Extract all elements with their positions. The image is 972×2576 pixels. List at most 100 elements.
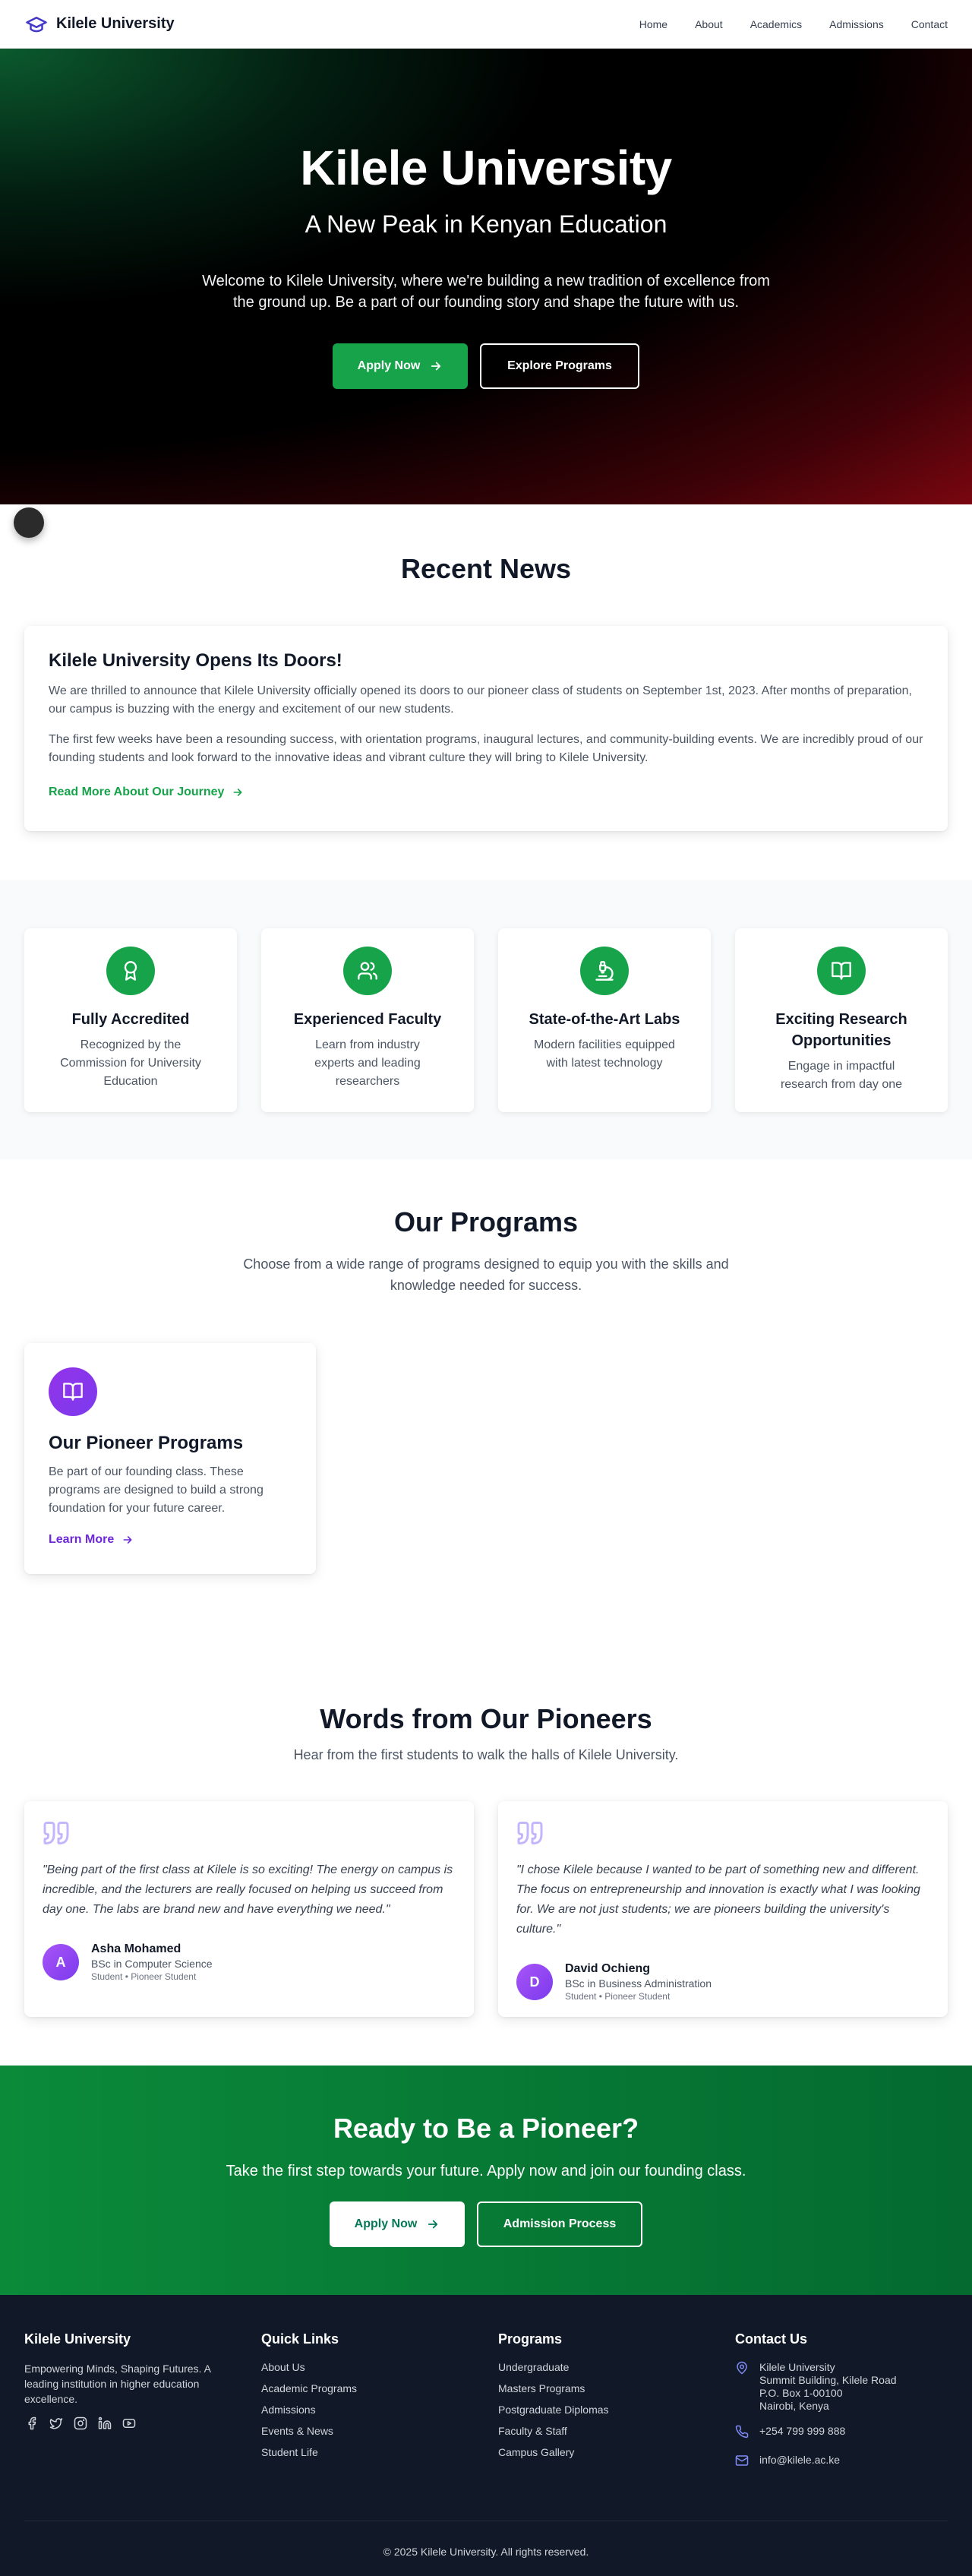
phone-icon: [735, 2425, 750, 2442]
testimonials-subtitle: Hear from the first students to walk the…: [293, 1747, 679, 1762]
footer-tagline: Empowering Minds, Shaping Futures. A lea…: [24, 2363, 211, 2405]
footer-link-about-us[interactable]: About Us: [261, 2361, 305, 2373]
mail-icon: [735, 2454, 750, 2470]
footer-link-undergraduate[interactable]: Undergraduate: [498, 2361, 569, 2373]
hero-apply-button[interactable]: Apply Now: [333, 343, 468, 390]
news-section-title: Recent News: [400, 553, 572, 584]
site-footer: Kilele University Empowering Minds, Shap…: [0, 2295, 972, 2576]
facebook-icon[interactable]: [24, 2416, 39, 2431]
address-line: Nairobi, Kenya: [759, 2400, 829, 2412]
testimonial-author: A Asha Mohamed BSc in Computer Science S…: [43, 1942, 456, 1982]
quote-icon: [516, 1819, 929, 1850]
copyright: © 2025 Kilele University. All rights res…: [24, 2521, 948, 2558]
feature-title: Exciting Research Opportunities: [775, 1011, 907, 1049]
news-headline: Kilele University Opens Its Doors!: [49, 650, 342, 671]
footer-link-student-life[interactable]: Student Life: [261, 2446, 318, 2458]
quote-icon: [43, 1819, 456, 1850]
nav-link-home[interactable]: Home: [639, 14, 667, 35]
hero-apply-label: Apply Now: [357, 359, 421, 373]
footer-link-campus-gallery[interactable]: Campus Gallery: [498, 2446, 574, 2458]
feature-text: Learn from industry experts and leading …: [314, 1038, 421, 1088]
footer-phone: +254 799 999 888: [735, 2425, 948, 2442]
linkedin-icon[interactable]: [97, 2416, 112, 2431]
program-card-text: Be part of our founding class. These pro…: [49, 1465, 264, 1515]
hero-explore-button[interactable]: Explore Programs: [480, 343, 639, 390]
news-paragraph: The first few weeks have been a resoundi…: [49, 733, 923, 764]
testimonial-card: "Being part of the first class at Kilele…: [24, 1801, 474, 2017]
address-line: P.O. Box 1-00100: [759, 2387, 843, 2399]
feature-title: Experienced Faculty: [293, 1011, 442, 1028]
brand-name: Kilele University: [56, 15, 175, 32]
email-link[interactable]: info@kilele.ac.ke: [759, 2454, 840, 2470]
program-card: Our Pioneer Programs Be part of our foun…: [24, 1343, 316, 1574]
nav-link-academics[interactable]: Academics: [750, 14, 802, 35]
news-read-more-label: Read More About Our Journey: [49, 785, 225, 798]
footer-link-events-news[interactable]: Events & News: [261, 2425, 333, 2437]
program-learn-more-link[interactable]: Learn More: [49, 1533, 134, 1547]
programs-section: Our Programs Choose from a wide range of…: [0, 1159, 972, 1623]
arrow-right-icon: [123, 1536, 132, 1544]
nav-link-contact[interactable]: Contact: [911, 14, 948, 35]
youtube-icon[interactable]: [122, 2416, 137, 2431]
map-pin-icon: [735, 2361, 750, 2413]
hero-tagline: A New Peak in Kenyan Education: [305, 210, 667, 239]
nav-link-admissions[interactable]: Admissions: [829, 14, 884, 35]
avatar: A: [43, 1944, 79, 1980]
feature-card: State-of-the-Art Labs Modern facilities …: [498, 928, 711, 1112]
author-role: Student • Pioneer Student: [91, 1971, 197, 1982]
address-line: Summit Building, Kilele Road: [759, 2374, 897, 2386]
hero-section: Kilele University A New Peak in Kenyan E…: [0, 49, 972, 504]
book-open-icon: [49, 1367, 97, 1416]
arrow-right-icon: [431, 362, 441, 371]
author-name: David Ochieng: [565, 1962, 651, 1975]
footer-about-column: Kilele University Empowering Minds, Shap…: [24, 2331, 237, 2470]
news-section: Recent News Kilele University Opens Its …: [0, 504, 972, 880]
feature-text: Modern facilities equipped with latest t…: [534, 1038, 675, 1070]
twitter-icon[interactable]: [49, 2416, 64, 2431]
programs-section-title: Our Programs: [393, 1206, 579, 1237]
testimonial-quote: "Being part of the first class at Kilele…: [43, 1863, 453, 1916]
testimonial-author: D David Ochieng BSc in Business Administ…: [516, 1962, 929, 2002]
testimonial-card: "I chose Kilele because I wanted to be p…: [498, 1801, 948, 2017]
hero-buttons: Apply Now Explore Programs: [0, 343, 972, 390]
testimonials-list: "Being part of the first class at Kilele…: [24, 1801, 948, 2017]
author-program: BSc in Business Administration: [565, 1977, 712, 1990]
graduation-cap-icon: [24, 12, 49, 36]
footer-quick-links-column: Quick Links About Us Academic Programs A…: [261, 2331, 474, 2470]
phone-link[interactable]: +254 799 999 888: [759, 2425, 845, 2442]
program-learn-more-label: Learn More: [49, 1533, 115, 1546]
testimonials-section: Words from Our Pioneers Hear from the fi…: [0, 1623, 972, 2066]
feature-card: Exciting Research Opportunities Engage i…: [735, 928, 948, 1112]
social-links: [24, 2416, 237, 2431]
nav-link-about[interactable]: About: [695, 14, 723, 35]
feature-text: Recognized by the Commission for Univers…: [60, 1038, 201, 1088]
microscope-icon: [580, 947, 629, 995]
feature-card: Experienced Faculty Learn from industry …: [261, 928, 474, 1112]
news-read-more-link[interactable]: Read More About Our Journey: [49, 785, 244, 799]
cta-apply-button[interactable]: Apply Now: [330, 2201, 465, 2247]
top-navbar: Kilele University Home About Academics A…: [0, 0, 972, 49]
instagram-icon[interactable]: [73, 2416, 88, 2431]
brand-logo-link[interactable]: Kilele University: [24, 12, 175, 36]
footer-email: info@kilele.ac.ke: [735, 2454, 948, 2470]
floating-action-button[interactable]: [14, 507, 44, 538]
footer-programs-column: Programs Undergraduate Masters Programs …: [498, 2331, 711, 2470]
cta-apply-label: Apply Now: [354, 2217, 418, 2230]
arrow-right-icon: [233, 789, 242, 796]
author-name: Asha Mohamed: [91, 1942, 181, 1955]
cta-text: Take the first step towards your future.…: [226, 2163, 746, 2179]
footer-link-academic-programs[interactable]: Academic Programs: [261, 2382, 357, 2394]
programs-subtitle: Choose from a wide range of programs des…: [243, 1256, 729, 1293]
arrow-right-icon: [428, 2220, 438, 2229]
testimonial-quote: "I chose Kilele because I wanted to be p…: [516, 1863, 920, 1936]
footer-link-masters[interactable]: Masters Programs: [498, 2382, 585, 2394]
news-paragraph: We are thrilled to announce that Kilele …: [49, 684, 912, 716]
footer-quick-links-title: Quick Links: [261, 2331, 339, 2347]
footer-link-faculty-staff[interactable]: Faculty & Staff: [498, 2425, 567, 2437]
features-section: Fully Accredited Recognized by the Commi…: [0, 880, 972, 1159]
footer-link-postgraduate-diplomas[interactable]: Postgraduate Diplomas: [498, 2404, 609, 2416]
cta-admission-process-button[interactable]: Admission Process: [477, 2201, 642, 2247]
footer-contact-column: Contact Us Kilele University Summit Buil…: [735, 2331, 948, 2470]
footer-link-admissions[interactable]: Admissions: [261, 2404, 316, 2416]
cta-section: Ready to Be a Pioneer? Take the first st…: [0, 2066, 972, 2295]
